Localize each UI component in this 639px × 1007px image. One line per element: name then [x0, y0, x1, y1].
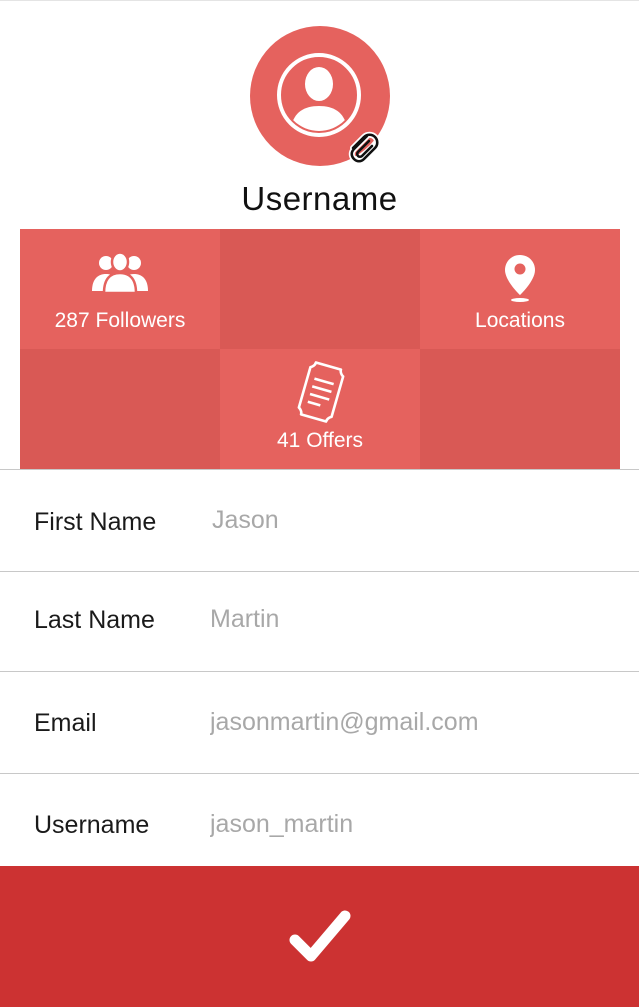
- last-name-field[interactable]: [210, 605, 610, 634]
- ticket-icon: [297, 361, 345, 423]
- paperclip-icon[interactable]: [345, 128, 381, 164]
- email-label: Email: [34, 709, 97, 737]
- email-field[interactable]: [210, 708, 610, 737]
- first-name-label: First Name: [34, 508, 157, 536]
- group-icon: [92, 251, 148, 295]
- first-name-row: First Name: [0, 470, 639, 571]
- empty-tile-top-center: [220, 229, 420, 349]
- offers-tile[interactable]: 41 Offers: [220, 349, 420, 469]
- stats-grid: 287 Followers Locations 41 Offers: [20, 229, 620, 469]
- username-row: Username: [0, 774, 639, 866]
- username-label: Username: [34, 811, 150, 839]
- locations-label: Locations: [475, 309, 565, 332]
- empty-tile-bottom-left: [20, 349, 220, 469]
- locations-tile[interactable]: Locations: [420, 229, 620, 349]
- avatar[interactable]: [250, 26, 390, 166]
- profile-username-title: Username: [241, 180, 398, 217]
- username-field[interactable]: [210, 810, 610, 839]
- checkmark-icon: [289, 910, 351, 962]
- user-silhouette-icon: [277, 53, 361, 137]
- map-pin-icon: [505, 255, 535, 302]
- top-divider: [0, 0, 639, 1]
- followers-tile[interactable]: 287 Followers: [20, 229, 220, 349]
- empty-tile-bottom-right: [420, 349, 620, 469]
- offers-label: 41 Offers: [277, 429, 363, 452]
- last-name-row: Last Name: [0, 572, 639, 671]
- first-name-field[interactable]: [212, 506, 612, 535]
- followers-label: 287 Followers: [54, 309, 186, 332]
- last-name-label: Last Name: [34, 606, 155, 634]
- email-row: Email: [0, 672, 639, 773]
